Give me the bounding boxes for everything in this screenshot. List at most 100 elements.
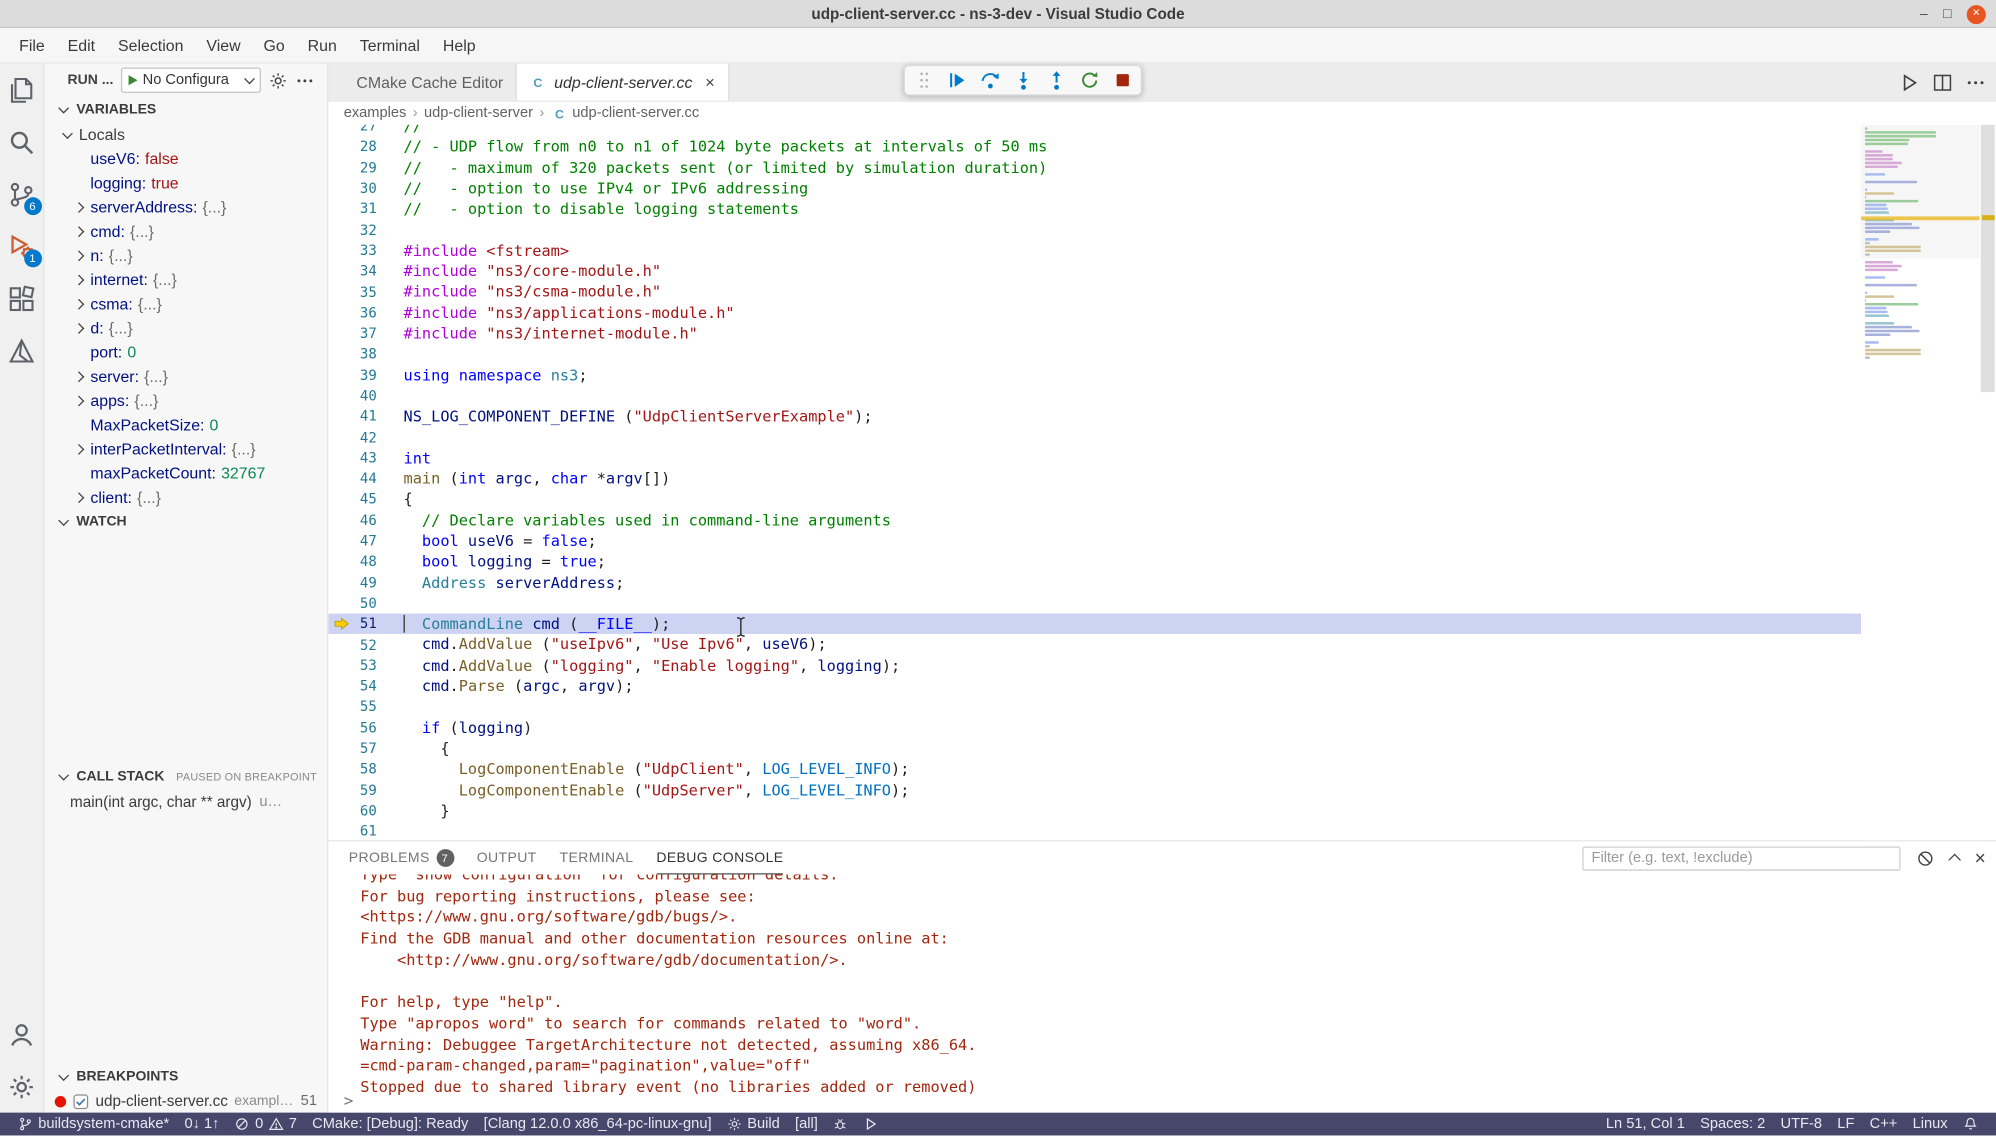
code-line-49[interactable]: 49 Address serverAddress;: [328, 572, 1861, 593]
git-branch-status[interactable]: buildsystem-cmake*: [10, 1113, 177, 1136]
source-control-icon[interactable]: 6: [0, 168, 44, 220]
code-line-47[interactable]: 47 bool useV6 = false;: [328, 531, 1861, 552]
variable-row[interactable]: interPacketInterval:{...}: [45, 437, 328, 461]
clear-console-icon[interactable]: [1916, 848, 1935, 867]
code-line-32[interactable]: 32: [328, 220, 1861, 241]
variable-row[interactable]: port:0: [45, 340, 328, 364]
variable-row[interactable]: maxPacketCount:32767: [45, 461, 328, 485]
menu-run[interactable]: Run: [296, 32, 348, 57]
editor-scrollbar[interactable]: [1979, 125, 1996, 840]
code-line-60[interactable]: 60 }: [328, 800, 1861, 821]
panel-tab-terminal[interactable]: TERMINAL: [560, 841, 634, 874]
panel-tab-output[interactable]: OUTPUT: [477, 841, 537, 874]
cmake-launch-button[interactable]: [856, 1113, 887, 1136]
code-line-30[interactable]: 30// - option to use IPv4 or IPv6 addres…: [328, 178, 1861, 199]
close-panel-icon[interactable]: ×: [1975, 848, 1986, 867]
code-line-42[interactable]: 42: [328, 427, 1861, 448]
cmake-debug-button[interactable]: [825, 1113, 856, 1136]
cmake-view-icon[interactable]: [0, 325, 44, 377]
code-line-31[interactable]: 31// - option to disable logging stateme…: [328, 199, 1861, 220]
tab-cmake-cache-editor[interactable]: CMake Cache Editor: [344, 64, 518, 101]
variable-row[interactable]: useV6:false: [45, 146, 328, 170]
code-line-44[interactable]: 44main (int argc, char *argv[]): [328, 469, 1861, 490]
code-line-53[interactable]: 53 cmd.AddValue ("logging", "Enable logg…: [328, 655, 1861, 676]
split-editor-icon[interactable]: [1932, 73, 1952, 93]
code-area[interactable]: 27//28// - UDP flow from n0 to n1 of 102…: [328, 125, 1861, 840]
variable-row[interactable]: server:{...}: [45, 364, 328, 388]
variable-row[interactable]: cmd:{...}: [45, 219, 328, 243]
debug-gear-icon[interactable]: [269, 71, 288, 90]
code-line-52[interactable]: 52 cmd.AddValue ("useIpv6", "Use Ipv6", …: [328, 634, 1861, 655]
code-line-58[interactable]: 58 LogComponentEnable ("UdpClient", LOG_…: [328, 759, 1861, 780]
restart-button[interactable]: [1076, 67, 1103, 94]
git-sync-status[interactable]: 0↓ 1↑: [177, 1113, 227, 1136]
stop-button[interactable]: [1109, 67, 1136, 94]
code-line-38[interactable]: 38: [328, 344, 1861, 365]
console-prompt[interactable]: >: [344, 1091, 354, 1110]
menu-selection[interactable]: Selection: [107, 32, 195, 57]
debug-config-dropdown[interactable]: No Configura: [121, 67, 261, 92]
extensions-icon[interactable]: [0, 272, 44, 324]
breakpoint-item[interactable]: udp-client-server.cc exampl… 51: [45, 1090, 328, 1113]
scrollbar-thumb[interactable]: [1981, 125, 1995, 392]
code-line-34[interactable]: 34#include "ns3/core-module.h": [328, 261, 1861, 282]
code-line-33[interactable]: 33#include <fstream>: [328, 240, 1861, 261]
code-line-36[interactable]: 36#include "ns3/applications-module.h": [328, 303, 1861, 324]
console-filter-input[interactable]: [1583, 846, 1901, 870]
problems-status[interactable]: 07: [227, 1113, 304, 1136]
cursor-position[interactable]: Ln 51, Col 1: [1598, 1113, 1692, 1136]
variable-row[interactable]: d:{...}: [45, 316, 328, 340]
code-line-46[interactable]: 46 // Declare variables used in command-…: [328, 510, 1861, 531]
code-line-40[interactable]: 40: [328, 386, 1861, 407]
step-over-button[interactable]: [976, 67, 1003, 94]
panel-tab-problems[interactable]: PROBLEMS7: [349, 841, 454, 874]
breadcrumb-item[interactable]: udp-client-server: [424, 106, 533, 121]
code-line-39[interactable]: 39using namespace ns3;: [328, 365, 1861, 386]
variable-row[interactable]: internet:{...}: [45, 267, 328, 291]
code-line-50[interactable]: 50: [328, 593, 1861, 614]
call-stack-section-header[interactable]: CALL STACK PAUSED ON BREAKPOINT: [45, 764, 328, 789]
settings-gear-icon[interactable]: [0, 1060, 44, 1112]
code-editor[interactable]: 27//28// - UDP flow from n0 to n1 of 102…: [328, 125, 1996, 840]
run-file-icon[interactable]: [1899, 73, 1919, 93]
code-line-29[interactable]: 29// - maximum of 320 packets sent (or l…: [328, 157, 1861, 178]
minimap[interactable]: [1861, 125, 1979, 840]
cmake-status[interactable]: CMake: [Debug]: Ready: [305, 1113, 477, 1136]
variable-row[interactable]: csma:{...}: [45, 292, 328, 316]
tab-udp-client-server-cc[interactable]: Cudp-client-server.cc×: [517, 64, 729, 101]
menu-go[interactable]: Go: [252, 32, 296, 57]
code-line-61[interactable]: 61: [328, 821, 1861, 840]
step-into-button[interactable]: [1009, 67, 1036, 94]
encoding[interactable]: UTF-8: [1773, 1113, 1830, 1136]
call-stack-frame[interactable]: main(int argc, char ** argv) u…: [45, 789, 328, 813]
cmake-kit[interactable]: [Clang 12.0.0 x86_64-pc-linux-gnu]: [476, 1113, 719, 1136]
variable-row[interactable]: n:{...}: [45, 243, 328, 267]
cmake-build-button[interactable]: Build: [719, 1113, 787, 1136]
code-line-56[interactable]: 56 if (logging): [328, 717, 1861, 738]
maximize-icon[interactable]: □: [1943, 7, 1951, 21]
menu-edit[interactable]: Edit: [56, 32, 106, 57]
debug-more-actions-icon[interactable]: [295, 71, 314, 90]
code-line-48[interactable]: 48 bool logging = true;: [328, 551, 1861, 572]
variable-row[interactable]: serverAddress:{...}: [45, 195, 328, 219]
code-line-55[interactable]: 55: [328, 697, 1861, 718]
cmake-build-target[interactable]: [all]: [787, 1113, 825, 1136]
watch-section-header[interactable]: WATCH: [45, 509, 328, 534]
code-line-59[interactable]: 59 LogComponentEnable ("UdpServer", LOG_…: [328, 780, 1861, 801]
code-line-41[interactable]: 41NS_LOG_COMPONENT_DEFINE ("UdpClientSer…: [328, 406, 1861, 427]
breadcrumb-item[interactable]: examples: [344, 106, 407, 121]
variable-row[interactable]: MaxPacketSize:0: [45, 412, 328, 436]
code-line-43[interactable]: 43int: [328, 448, 1861, 469]
notifications-bell[interactable]: [1955, 1113, 1986, 1136]
debug-console[interactable]: Type "show configuration" for configurat…: [328, 875, 1996, 1113]
code-line-37[interactable]: 37#include "ns3/internet-module.h": [328, 323, 1861, 344]
variables-section-header[interactable]: VARIABLES: [45, 97, 328, 122]
search-icon[interactable]: [0, 116, 44, 168]
os-indicator[interactable]: Linux: [1905, 1113, 1955, 1136]
variable-row[interactable]: apps:{...}: [45, 388, 328, 412]
menu-terminal[interactable]: Terminal: [348, 32, 431, 57]
continue-button[interactable]: [943, 67, 970, 94]
close-icon[interactable]: ×: [1967, 4, 1986, 23]
explorer-icon[interactable]: [0, 64, 44, 116]
menu-help[interactable]: Help: [431, 32, 487, 57]
